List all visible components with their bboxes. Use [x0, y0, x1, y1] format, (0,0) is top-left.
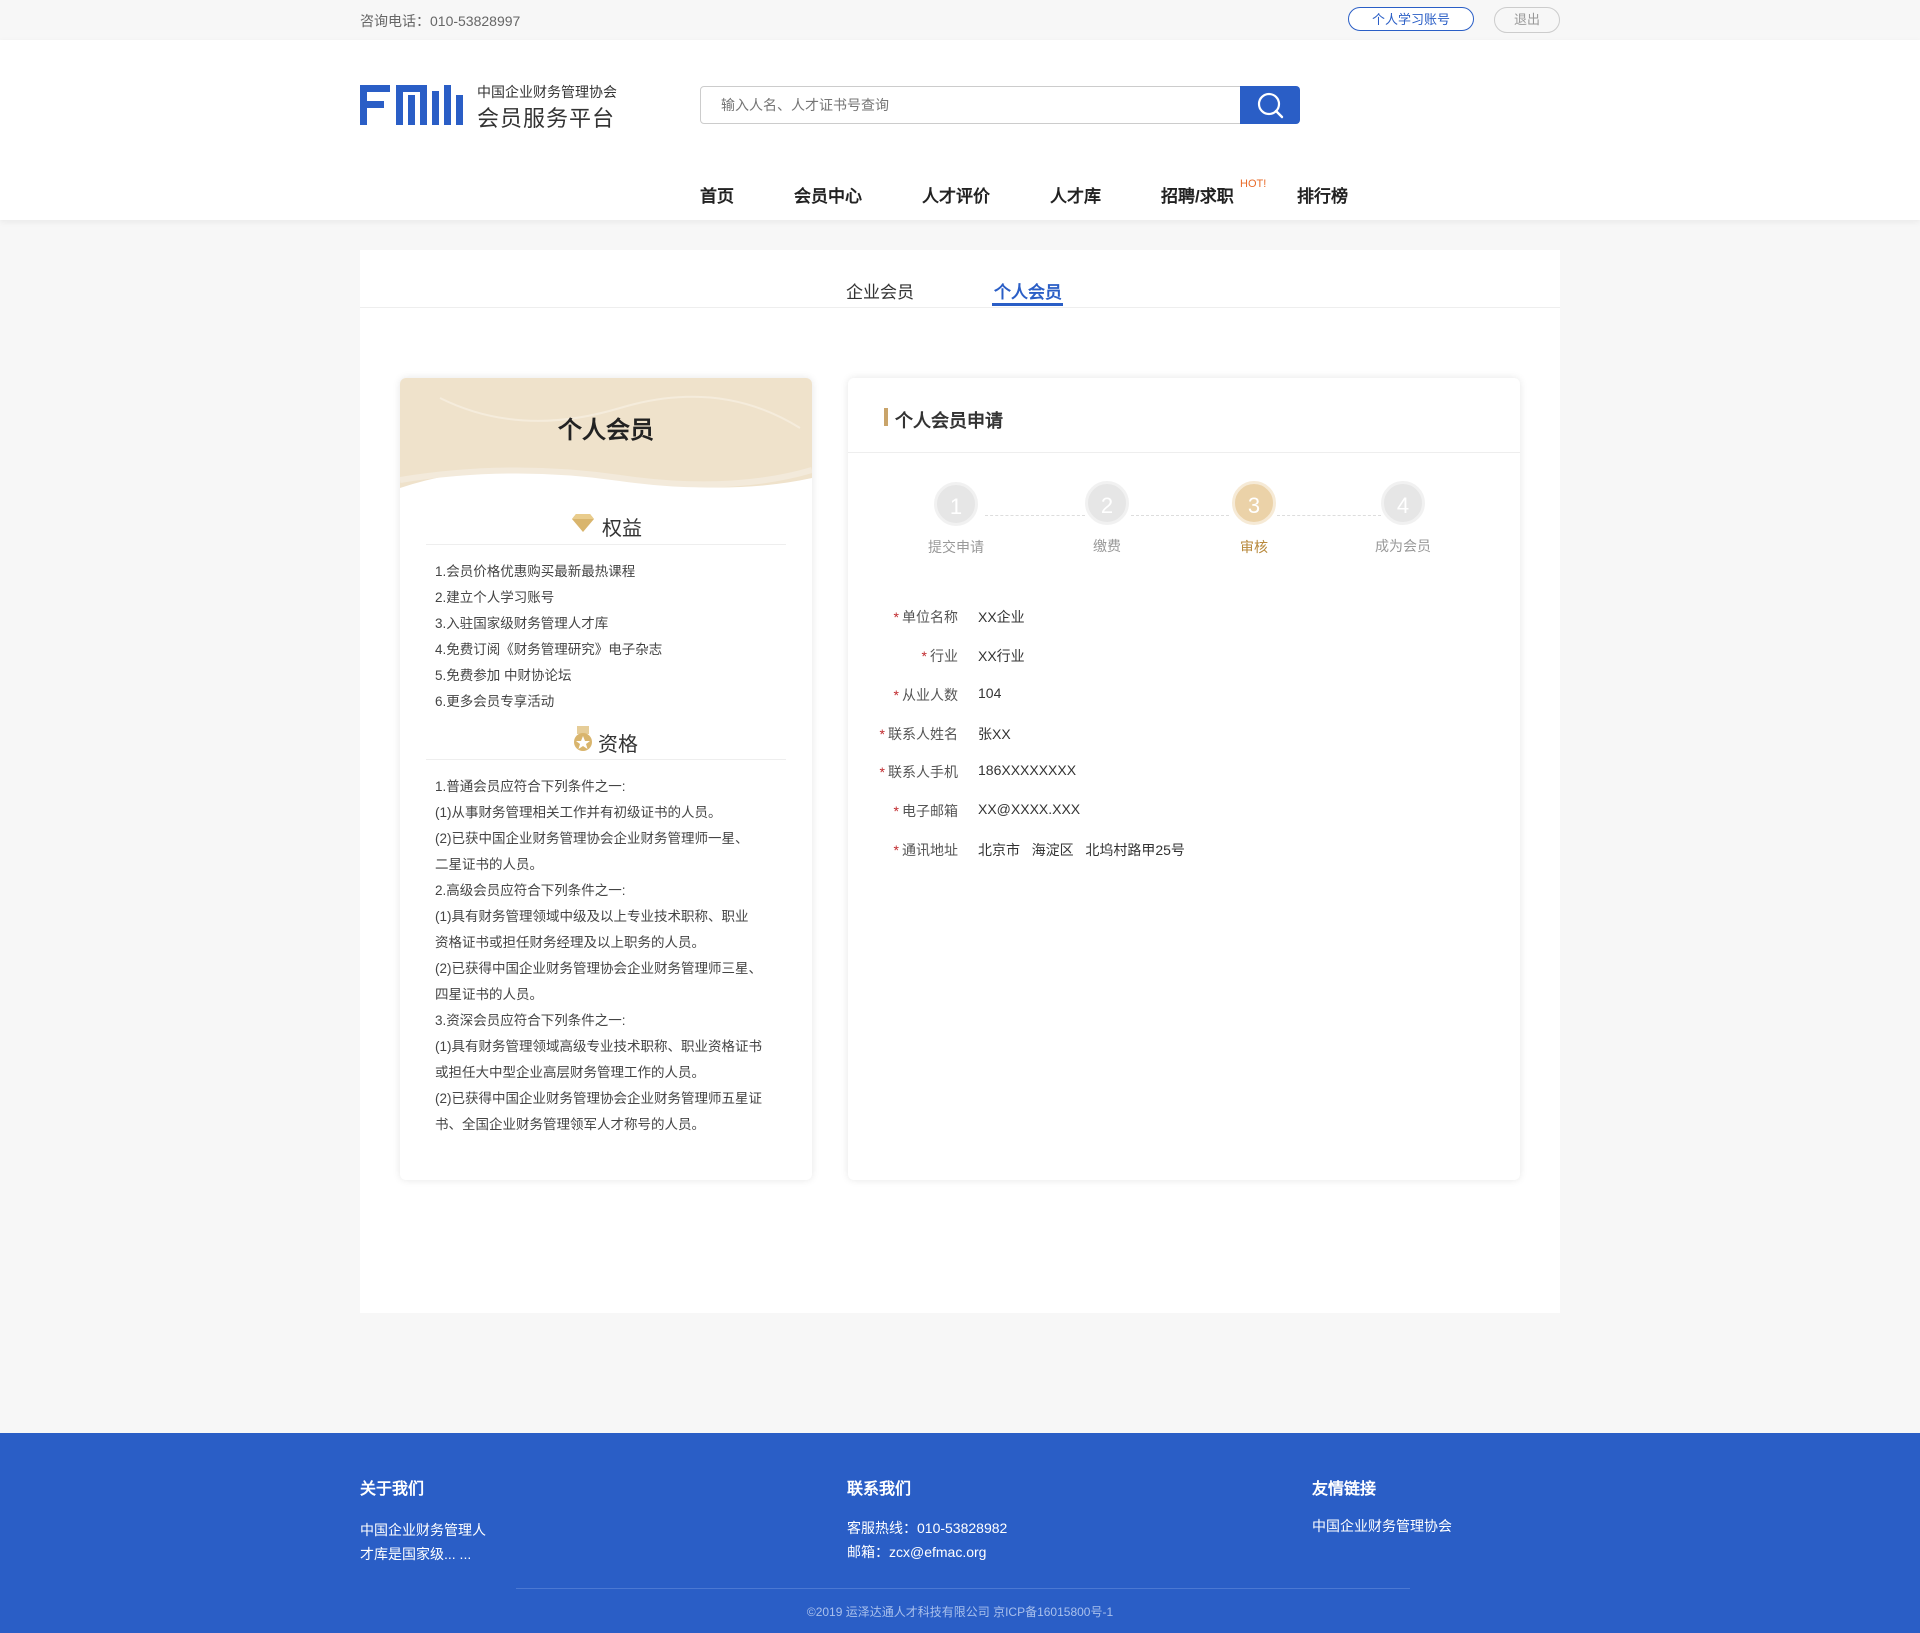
- field-label-contact-phone: * 联系人手机: [879, 764, 958, 780]
- list-item: 或担任大中型企业高层财务管理工作的人员。: [435, 1065, 705, 1080]
- field-label-contact-name: * 联系人姓名: [879, 726, 958, 742]
- tab-personal-member[interactable]: 个人会员: [994, 278, 1062, 303]
- field-value-company: XX企业: [978, 609, 1025, 625]
- field-value-contact-phone: 186XXXXXXXX: [978, 762, 1077, 778]
- diamond-icon: [572, 512, 594, 537]
- step-connector: [1277, 515, 1381, 516]
- list-item: (2)已获得中国企业财务管理协会企业财务管理师三星、: [435, 961, 762, 976]
- list-item: 1.普通会员应符合下列条件之一:: [435, 779, 626, 794]
- field-value-industry: XX行业: [978, 648, 1025, 664]
- field-label-email: * 电子邮箱: [893, 803, 958, 819]
- membership-card-title: 个人会员: [558, 417, 654, 444]
- required-mark: *: [893, 842, 899, 858]
- required-mark: *: [879, 726, 885, 742]
- qualifications-list: 1.普通会员应符合下列条件之一: (1)从事财务管理相关工作并有初级证书的人员。…: [435, 774, 762, 1138]
- personal-account-button[interactable]: 个人学习账号: [1348, 7, 1474, 31]
- nav-talent-pool[interactable]: 人才库: [1050, 182, 1101, 207]
- list-item: 2.高级会员应符合下列条件之一:: [435, 883, 626, 898]
- footer-about-text-2[interactable]: 才库是国家级... ...: [360, 1542, 471, 1566]
- top-bar: [0, 0, 1920, 40]
- required-mark: *: [879, 764, 885, 780]
- footer-contact-title: 联系我们: [847, 1481, 912, 1498]
- medal-icon: [572, 726, 594, 757]
- list-item: 4.免费订阅《财务管理研究》电子杂志: [435, 642, 663, 657]
- benefits-title: 权益: [602, 518, 642, 540]
- logo-association-name: 中国企业财务管理协会: [477, 84, 617, 100]
- list-item: 2.建立个人学习账号: [435, 590, 555, 605]
- step-2-label: 缴费: [1093, 538, 1121, 554]
- hot-badge: HOT!: [1240, 178, 1267, 190]
- field-value-employees: 104: [978, 685, 1002, 701]
- application-divider: [848, 452, 1520, 453]
- list-item: 6.更多会员专享活动: [435, 694, 555, 709]
- nav-home[interactable]: 首页: [700, 182, 734, 207]
- benefits-divider: [426, 544, 786, 545]
- list-item: 3.资深会员应符合下列条件之一:: [435, 1013, 626, 1028]
- benefits-list: 1.会员价格优惠购买最新最热课程 2.建立个人学习账号 3.入驻国家级财务管理人…: [435, 559, 662, 715]
- nav-talent-evaluation[interactable]: 人才评价: [922, 182, 990, 207]
- field-value-email: XX@XXXX.XXX: [978, 801, 1081, 817]
- field-label-address: * 通讯地址: [893, 842, 958, 858]
- fmi-logo-icon[interactable]: [360, 85, 466, 130]
- footer-about-text-1: 中国企业财务管理人: [360, 1522, 486, 1538]
- list-item: (2)已获中国企业财务管理协会企业财务管理师一星、: [435, 831, 749, 846]
- logout-button[interactable]: 退出: [1494, 7, 1560, 33]
- nav-ranking[interactable]: 排行榜: [1297, 182, 1348, 207]
- step-connector: [1131, 515, 1229, 516]
- step-4-label: 成为会员: [1375, 538, 1431, 554]
- search-input[interactable]: [700, 86, 1241, 124]
- step-1-circle: 1: [934, 482, 978, 526]
- required-mark: *: [893, 687, 899, 703]
- list-item: 二星证书的人员。: [435, 857, 543, 872]
- tab-enterprise-member[interactable]: 企业会员: [846, 278, 914, 303]
- list-item: 5.免费参加 中财协论坛: [435, 668, 572, 683]
- list-item: (1)从事财务管理相关工作并有初级证书的人员。: [435, 805, 722, 820]
- footer-divider: [516, 1588, 1410, 1589]
- nav-recruitment[interactable]: 招聘/求职: [1161, 182, 1234, 207]
- tabs-divider: [360, 307, 1560, 308]
- qualifications-title: 资格: [598, 734, 638, 756]
- list-item: (1)具有财务管理领域高级专业技术职称、职业资格证书: [435, 1039, 762, 1054]
- step-3-circle-active: 3: [1232, 481, 1276, 525]
- footer-link-association[interactable]: 中国企业财务管理协会: [1312, 1514, 1452, 1538]
- required-mark: *: [921, 648, 927, 664]
- footer-hotline: 客服热线：010-53828982: [847, 1520, 1008, 1536]
- required-mark: *: [893, 803, 899, 819]
- list-item: 3.入驻国家级财务管理人才库: [435, 616, 609, 631]
- step-2-circle: 2: [1085, 481, 1129, 525]
- nav-member-center[interactable]: 会员中心: [794, 182, 862, 207]
- step-4-circle: 4: [1381, 481, 1425, 525]
- list-item: 资格证书或担任财务经理及以上职务的人员。: [435, 935, 705, 950]
- application-title: 个人会员申请: [895, 411, 1003, 431]
- title-accent-bar: [884, 408, 888, 426]
- field-label-employees: * 从业人数: [893, 687, 958, 703]
- footer-copyright: ©2019 运泽达通人才科技有限公司 京ICP备16015800号-1: [806, 1605, 1114, 1619]
- footer-about-title: 关于我们: [360, 1481, 425, 1498]
- active-tab-indicator: [992, 303, 1063, 306]
- search-button[interactable]: [1240, 86, 1300, 124]
- logo-platform-name: 会员服务平台: [477, 106, 616, 131]
- field-value-contact-name: 张XX: [978, 726, 1011, 742]
- field-label-company: * 单位名称: [893, 609, 958, 625]
- search-icon: [1257, 92, 1284, 119]
- list-item: 1.会员价格优惠购买最新最热课程: [435, 564, 636, 579]
- list-item: (1)具有财务管理领域中级及以上专业技术职称、职业: [435, 909, 749, 924]
- step-1-label: 提交申请: [928, 539, 984, 555]
- footer-links-title: 友情链接: [1312, 1481, 1377, 1498]
- step-connector: [985, 515, 1085, 516]
- field-label-industry: * 行业: [921, 648, 958, 664]
- step-3-label-active: 审核: [1240, 539, 1268, 555]
- footer-email: 邮箱：zcx@efmac.org: [847, 1544, 987, 1560]
- list-item: 书、全国企业财务管理领军人才称号的人员。: [435, 1117, 705, 1132]
- consult-phone: 咨询电话：010-53828997: [360, 13, 521, 29]
- qualifications-divider: [426, 759, 786, 760]
- list-item: 四星证书的人员。: [435, 987, 543, 1002]
- required-mark: *: [893, 609, 899, 625]
- list-item: (2)已获得中国企业财务管理协会企业财务管理师五星证: [435, 1091, 762, 1106]
- field-value-address: 北京市 海淀区 北坞村路甲25号: [978, 842, 1185, 858]
